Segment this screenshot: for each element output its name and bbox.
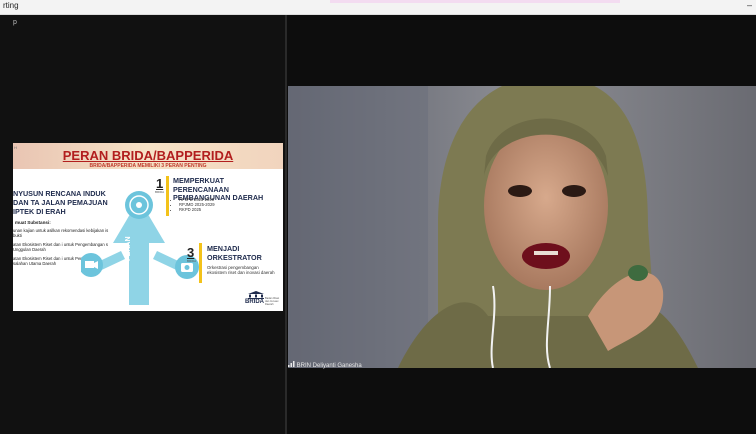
- muatan-label: muat Substansi:: [15, 220, 51, 225]
- pane-label: p: [13, 19, 17, 26]
- institution-icon: [248, 291, 264, 299]
- window-title: rting: [3, 1, 19, 10]
- list-item: RKPD 2025: [179, 207, 215, 212]
- pane-divider[interactable]: [285, 15, 287, 434]
- role3-accent-bar: [199, 243, 202, 283]
- peran-label: PERAN: [125, 236, 132, 261]
- participant-name-label: BRIN Deliyanti Ganesha: [288, 361, 362, 369]
- minimize-button[interactable]: –: [747, 0, 752, 10]
- role1-number: 1: [156, 176, 164, 191]
- logo-text: BRIDA: [245, 299, 264, 305]
- presentation-slide: H PERAN BRIDA/BAPPERIDA BRIDA/BAPPERIDA …: [13, 143, 283, 311]
- signal-bars-icon: [288, 361, 295, 367]
- slide-title: PERAN BRIDA/BAPPERIDA: [62, 148, 234, 163]
- logo-subtext: Badan Riset dan Inovasi Daerah: [265, 297, 280, 306]
- participant-video-frame: [288, 86, 756, 368]
- role3-heading: MENJADI ORKESTRATOR: [207, 244, 262, 262]
- participant-video[interactable]: [288, 86, 756, 368]
- slide-subtitle: BRIDA/BAPPERIDA MEMILIKI 3 PERAN PENTING: [89, 163, 207, 169]
- role3-number: 3: [187, 245, 195, 260]
- participant-name: BRIN Deliyanti Ganesha: [296, 363, 362, 369]
- role1-number-sub: BRIDA: [155, 190, 165, 194]
- titlebar-accent: [330, 0, 620, 3]
- brida-logo: BRIDA Badan Riset dan Inovasi Daerah: [245, 291, 281, 309]
- window-titlebar: rting –: [0, 0, 756, 15]
- role3-number-sub: BRIDA: [187, 259, 197, 263]
- role1-list: RPJPD 2025-2045 RPJMD 2025-2029 RKPD 202…: [173, 197, 215, 213]
- role3-description: Orkestrasi pengembangan ekosistem riset …: [207, 265, 275, 276]
